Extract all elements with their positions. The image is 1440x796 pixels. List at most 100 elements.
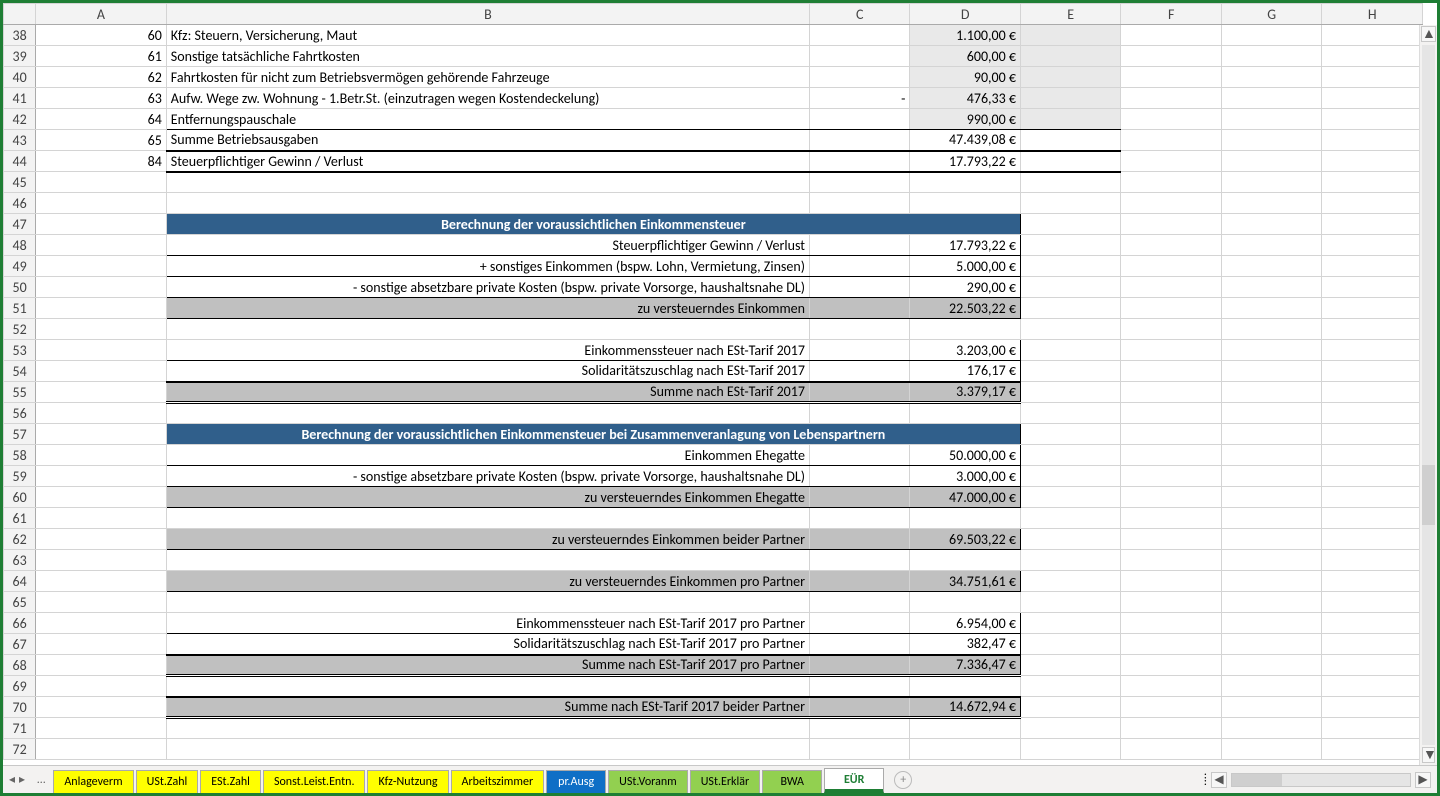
cell-C55[interactable] bbox=[809, 382, 909, 403]
cell-F64[interactable] bbox=[1121, 571, 1221, 592]
row-header-48[interactable]: 48 bbox=[4, 235, 36, 256]
cell-G48[interactable] bbox=[1221, 235, 1321, 256]
cell-H59[interactable] bbox=[1322, 466, 1423, 487]
cell-G56[interactable] bbox=[1221, 403, 1321, 424]
column-header-E[interactable]: E bbox=[1020, 4, 1120, 25]
cell-E69[interactable] bbox=[1020, 676, 1120, 697]
cell-G72[interactable] bbox=[1221, 739, 1321, 760]
cell-C70[interactable] bbox=[809, 697, 909, 718]
sheet-tab-estzahl[interactable]: ESt.Zahl bbox=[200, 770, 261, 793]
cell-H58[interactable] bbox=[1322, 445, 1423, 466]
cell-F41[interactable] bbox=[1121, 88, 1221, 109]
row-header-61[interactable]: 61 bbox=[4, 508, 36, 529]
cell-C49[interactable] bbox=[809, 256, 909, 277]
cell-E62[interactable] bbox=[1020, 529, 1120, 550]
cell-B50[interactable]: - sonstige absetzbare private Kosten (bs… bbox=[166, 277, 809, 298]
cell-H70[interactable] bbox=[1322, 697, 1423, 718]
cell-G67[interactable] bbox=[1221, 634, 1321, 655]
cell-F60[interactable] bbox=[1121, 487, 1221, 508]
cell-A66[interactable] bbox=[36, 613, 167, 634]
cell-F40[interactable] bbox=[1121, 67, 1221, 88]
cell-B71[interactable] bbox=[166, 718, 809, 739]
row-header-68[interactable]: 68 bbox=[4, 655, 36, 676]
cell-G53[interactable] bbox=[1221, 340, 1321, 361]
cell-A68[interactable] bbox=[36, 655, 167, 676]
cell-D61[interactable] bbox=[910, 508, 1021, 529]
cell-A58[interactable] bbox=[36, 445, 167, 466]
cell-F38[interactable] bbox=[1121, 25, 1221, 46]
cell-C56[interactable] bbox=[809, 403, 909, 424]
cell-E68[interactable] bbox=[1020, 655, 1120, 676]
cell-G66[interactable] bbox=[1221, 613, 1321, 634]
cell-G55[interactable] bbox=[1221, 382, 1321, 403]
sheet-tab-kfznutzung[interactable]: Kfz-Nutzung bbox=[367, 770, 448, 793]
cell-A67[interactable] bbox=[36, 634, 167, 655]
cell-C43[interactable] bbox=[809, 130, 909, 151]
row-header-57[interactable]: 57 bbox=[4, 424, 36, 445]
cell-A48[interactable] bbox=[36, 235, 167, 256]
cell-H71[interactable] bbox=[1322, 718, 1423, 739]
cell-F54[interactable] bbox=[1121, 361, 1221, 382]
cell-D54[interactable]: 176,17 € bbox=[910, 361, 1021, 382]
cell-F72[interactable] bbox=[1121, 739, 1221, 760]
cell-H53[interactable] bbox=[1322, 340, 1423, 361]
cell-B44[interactable]: Steuerpflichtiger Gewinn / Verlust bbox=[166, 151, 809, 172]
cell-B48[interactable]: Steuerpflichtiger Gewinn / Verlust bbox=[166, 235, 809, 256]
cell-G69[interactable] bbox=[1221, 676, 1321, 697]
cell-F45[interactable] bbox=[1121, 172, 1221, 193]
cell-F50[interactable] bbox=[1121, 277, 1221, 298]
spreadsheet-grid[interactable]: ABCDEFGH 3860Kfz: Steuern, Versicherung,… bbox=[3, 3, 1423, 760]
cell-H49[interactable] bbox=[1322, 256, 1423, 277]
cell-F55[interactable] bbox=[1121, 382, 1221, 403]
row-header-63[interactable]: 63 bbox=[4, 550, 36, 571]
cell-C44[interactable] bbox=[809, 151, 909, 172]
cell-H46[interactable] bbox=[1322, 193, 1423, 214]
cell-H66[interactable] bbox=[1322, 613, 1423, 634]
cell-H69[interactable] bbox=[1322, 676, 1423, 697]
cell-E63[interactable] bbox=[1020, 550, 1120, 571]
cell-F46[interactable] bbox=[1121, 193, 1221, 214]
cell-A45[interactable] bbox=[36, 172, 167, 193]
cell-G49[interactable] bbox=[1221, 256, 1321, 277]
row-header-51[interactable]: 51 bbox=[4, 298, 36, 319]
cell-F52[interactable] bbox=[1121, 319, 1221, 340]
cell-D43[interactable]: 47.439,08 € bbox=[910, 130, 1021, 151]
cell-C51[interactable] bbox=[809, 298, 909, 319]
cell-A60[interactable] bbox=[36, 487, 167, 508]
sheet-tab-bwa[interactable]: BWA bbox=[762, 770, 822, 793]
cell-D50[interactable]: 290,00 € bbox=[910, 277, 1021, 298]
cell-A40[interactable]: 62 bbox=[36, 67, 167, 88]
cell-F69[interactable] bbox=[1121, 676, 1221, 697]
cell-E46[interactable] bbox=[1020, 193, 1120, 214]
cell-C65[interactable] bbox=[809, 592, 909, 613]
cell-A42[interactable]: 64 bbox=[36, 109, 167, 130]
cell-C67[interactable] bbox=[809, 634, 909, 655]
cell-D59[interactable]: 3.000,00 € bbox=[910, 466, 1021, 487]
cell-G50[interactable] bbox=[1221, 277, 1321, 298]
cell-E52[interactable] bbox=[1020, 319, 1120, 340]
row-header-65[interactable]: 65 bbox=[4, 592, 36, 613]
cell-C64[interactable] bbox=[809, 571, 909, 592]
row-header-44[interactable]: 44 bbox=[4, 151, 36, 172]
row-header-55[interactable]: 55 bbox=[4, 382, 36, 403]
cell-E49[interactable] bbox=[1020, 256, 1120, 277]
cell-A39[interactable]: 61 bbox=[36, 46, 167, 67]
cell-A63[interactable] bbox=[36, 550, 167, 571]
scroll-left-button[interactable]: ◀ bbox=[1211, 772, 1227, 788]
cell-D52[interactable] bbox=[910, 319, 1021, 340]
cell-H67[interactable] bbox=[1322, 634, 1423, 655]
tab-nav-prev-icon[interactable]: ◂ bbox=[9, 772, 15, 787]
row-header-66[interactable]: 66 bbox=[4, 613, 36, 634]
cell-C72[interactable] bbox=[809, 739, 909, 760]
cell-H42[interactable] bbox=[1322, 109, 1423, 130]
cell-F70[interactable] bbox=[1121, 697, 1221, 718]
sheet-tab-usterklr[interactable]: USt.Erklär bbox=[690, 770, 760, 793]
cell-G71[interactable] bbox=[1221, 718, 1321, 739]
row-header-41[interactable]: 41 bbox=[4, 88, 36, 109]
cell-D71[interactable] bbox=[910, 718, 1021, 739]
cell-G63[interactable] bbox=[1221, 550, 1321, 571]
cell-A72[interactable] bbox=[36, 739, 167, 760]
row-header-69[interactable]: 69 bbox=[4, 676, 36, 697]
cell-A38[interactable]: 60 bbox=[36, 25, 167, 46]
cell-B42[interactable]: Entfernungspauschale bbox=[166, 109, 809, 130]
